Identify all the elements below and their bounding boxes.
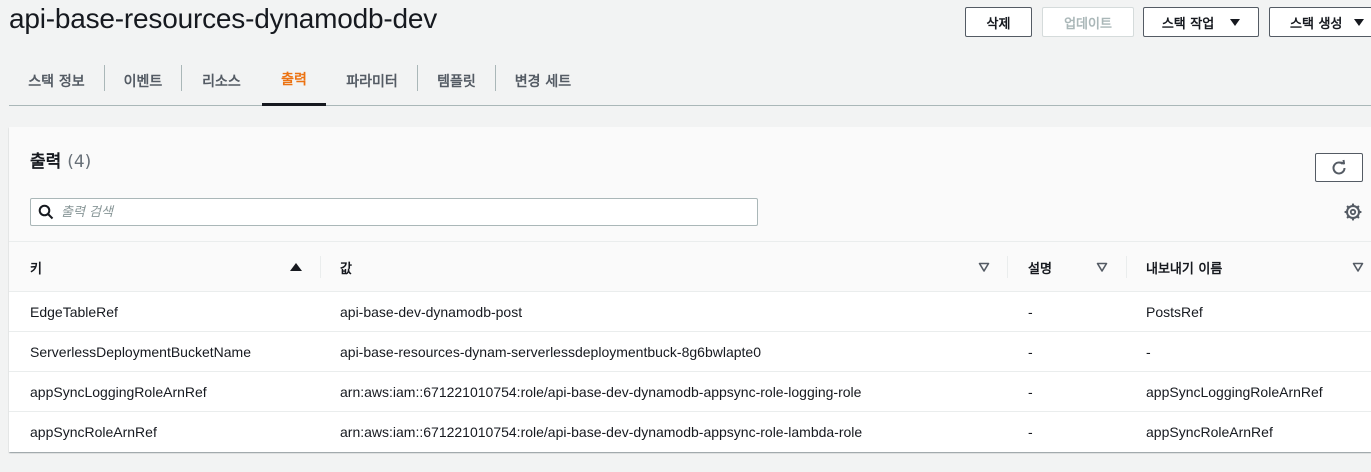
caret-down-icon: [1230, 18, 1241, 26]
search-icon: [31, 204, 61, 220]
column-label: 값: [340, 261, 352, 277]
sort-icon[interactable]: [978, 261, 990, 273]
table-row: EdgeTableRef api-base-dev-dynamodb-post …: [9, 292, 1371, 332]
cell-key: appSyncLoggingRoleArnRef: [30, 384, 207, 400]
delete-button[interactable]: 삭제: [965, 7, 1032, 37]
column-divider: [1126, 256, 1127, 278]
tab-events[interactable]: 이벤트: [105, 55, 181, 106]
tab-label: 이벤트: [123, 73, 163, 90]
cell-key: ServerlessDeploymentBucketName: [30, 344, 251, 360]
cell-export-name: PostsRef: [1146, 304, 1203, 320]
table-header: 키 값 설명 내보내기 이름: [9, 242, 1371, 292]
column-header-key[interactable]: 키: [30, 242, 42, 292]
panel-count: (4): [67, 152, 92, 172]
cell-value: api-base-dev-dynamodb-post: [340, 304, 523, 320]
search-input[interactable]: [61, 204, 757, 220]
search-field[interactable]: [30, 198, 758, 226]
cell-export-name: appSyncRoleArnRef: [1146, 424, 1273, 440]
create-stack-button[interactable]: 스택 생성: [1269, 7, 1371, 37]
column-header-export-name[interactable]: 내보내기 이름: [1146, 242, 1222, 292]
update-button[interactable]: 업데이트: [1042, 7, 1134, 37]
column-divider: [1007, 256, 1008, 278]
tab-label: 스택 정보: [28, 73, 85, 90]
sort-icon[interactable]: [1352, 261, 1364, 273]
cell-value: api-base-resources-dynam-serverlessdeplo…: [340, 344, 761, 360]
refresh-icon: [1332, 159, 1346, 174]
table-row: ServerlessDeploymentBucketName api-base-…: [9, 332, 1371, 372]
tab-resources[interactable]: 리소스: [182, 55, 261, 106]
column-header-description[interactable]: 설명: [1028, 242, 1052, 292]
column-label: 키: [30, 261, 42, 277]
table-row: appSyncRoleArnRef arn:aws:iam::671221010…: [9, 412, 1371, 452]
tab-label: 변경 세트: [514, 73, 572, 90]
gear-icon[interactable]: [1344, 203, 1362, 226]
panel-title-text: 출력: [30, 152, 62, 172]
sort-ascending-icon[interactable]: [290, 263, 302, 271]
cell-key: appSyncRoleArnRef: [30, 424, 157, 440]
cell-export-name: -: [1146, 344, 1151, 360]
cell-description: -: [1028, 424, 1033, 440]
column-label: 설명: [1028, 261, 1052, 277]
tab-bar: 스택 정보 이벤트 리소스 출력 파라미터 템플릿 변경 세트: [9, 55, 1371, 106]
column-divider: [320, 256, 321, 278]
tab-change-sets[interactable]: 변경 세트: [496, 55, 590, 106]
sort-icon[interactable]: [1096, 261, 1108, 273]
cell-description: -: [1028, 384, 1033, 400]
column-header-value[interactable]: 값: [340, 242, 352, 292]
cell-description: -: [1028, 344, 1033, 360]
column-label: 내보내기 이름: [1146, 261, 1223, 277]
tab-parameters[interactable]: 파라미터: [327, 55, 417, 106]
update-button-label: 업데이트: [1064, 16, 1112, 32]
outputs-panel: 출력 (4) 출력 검색 키 값 설명 내보내기 이름 EdgeTableRef…: [9, 127, 1371, 452]
tab-stack-info[interactable]: 스택 정보: [9, 55, 104, 106]
stack-actions-label: 스택 작업: [1161, 16, 1215, 32]
cell-export-name: appSyncLoggingRoleArnRef: [1146, 384, 1323, 400]
cell-value: arn:aws:iam::671221010754:role/api-base-…: [340, 384, 862, 400]
cell-value: arn:aws:iam::671221010754:role/api-base-…: [340, 424, 863, 440]
stack-actions-button[interactable]: 스택 작업: [1143, 7, 1259, 37]
tab-label: 리소스: [202, 73, 241, 90]
create-stack-label: 스택 생성: [1290, 16, 1343, 32]
refresh-button[interactable]: [1315, 153, 1363, 182]
caret-down-icon: [1354, 18, 1365, 26]
cell-description: -: [1028, 304, 1033, 320]
tab-template[interactable]: 템플릿: [418, 55, 495, 106]
tab-outputs[interactable]: 출력: [262, 55, 326, 106]
cell-key: EdgeTableRef: [30, 304, 118, 320]
tab-label: 템플릿: [437, 73, 476, 90]
panel-header: 출력 (4): [9, 127, 1371, 242]
table-row: appSyncLoggingRoleArnRef arn:aws:iam::67…: [9, 372, 1371, 412]
tab-label: 출력: [281, 72, 307, 88]
panel-title: 출력 (4): [30, 147, 91, 172]
delete-button-label: 삭제: [986, 16, 1011, 32]
tab-label: 파라미터: [346, 73, 398, 90]
page-title: api-base-resources-dynamodb-dev: [9, 3, 438, 34]
